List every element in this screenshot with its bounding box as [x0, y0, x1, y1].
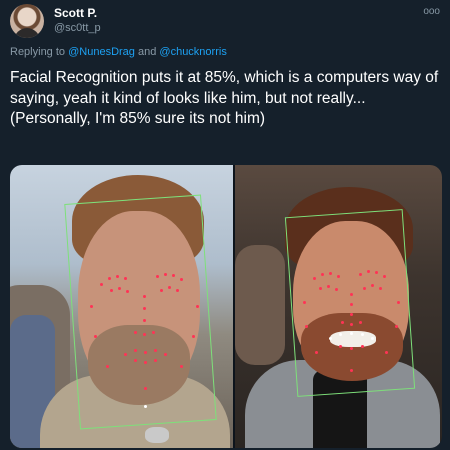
user-handle[interactable]: @sc0tt_p	[54, 22, 101, 34]
facial-landmark-point	[164, 353, 167, 356]
facial-landmark-point	[337, 275, 340, 278]
tweet-header: Scott P. @sc0tt_p ooo	[10, 4, 440, 38]
facial-landmark-point	[152, 331, 155, 334]
facial-landmark-point	[305, 325, 308, 328]
facial-landmark-point	[134, 349, 137, 352]
facial-landmark-point	[134, 359, 137, 362]
facial-landmark-point	[144, 361, 147, 364]
facial-landmark-point	[350, 303, 353, 306]
facial-landmark-point	[350, 293, 353, 296]
facial-landmark-point	[116, 275, 119, 278]
facial-landmark-point	[144, 351, 147, 354]
facial-landmark-point	[192, 335, 195, 338]
face-detection-box	[64, 194, 217, 430]
facial-landmark-point	[395, 325, 398, 328]
facial-landmark-point	[154, 349, 157, 352]
facial-landmark-point	[144, 405, 147, 408]
facial-landmark-point	[350, 313, 353, 316]
facial-landmark-point	[160, 289, 163, 292]
facial-landmark-point	[321, 273, 324, 276]
avatar[interactable]	[10, 4, 44, 38]
facial-landmark-point	[359, 321, 362, 324]
facial-landmark-point	[329, 272, 332, 275]
facial-landmark-point	[143, 307, 146, 310]
mention-link-chucknorris[interactable]: @chucknorris	[159, 46, 226, 58]
facial-landmark-point	[108, 277, 111, 280]
tweet-media[interactable]	[10, 165, 442, 448]
facial-landmark-point	[156, 275, 159, 278]
ellipsis-icon[interactable]: ooo	[423, 6, 440, 17]
facial-landmark-point	[371, 284, 374, 287]
facial-landmark-point	[361, 345, 364, 348]
facial-landmark-point	[124, 277, 127, 280]
mention-link-nunesdrag[interactable]: @NunesDrag	[68, 46, 135, 58]
facial-landmark-point	[367, 270, 370, 273]
facial-landmark-point	[329, 337, 332, 340]
facial-landmark-point	[383, 275, 386, 278]
facial-landmark-point	[143, 333, 146, 336]
facial-landmark-point	[180, 365, 183, 368]
facial-landmark-point	[126, 290, 129, 293]
facial-landmark-point	[164, 273, 167, 276]
tweet-text: Facial Recognition puts it at 85%, which…	[10, 68, 442, 130]
replying-to-label: Replying to	[10, 46, 66, 58]
facial-landmark-point	[363, 287, 366, 290]
facial-landmark-point	[341, 321, 344, 324]
facial-landmark-point	[315, 351, 318, 354]
facial-landmark-point	[350, 332, 353, 335]
facial-landmark-point	[172, 274, 175, 277]
facial-landmark-point	[375, 271, 378, 274]
facial-landmark-point	[134, 331, 137, 334]
facial-landmark-point	[180, 278, 183, 281]
facial-landmark-point	[319, 287, 322, 290]
tweet-text-line: Facial Recognition puts it at 85%, which…	[10, 69, 439, 107]
background-person	[235, 245, 285, 365]
tweet-text-line: (Personally, I'm 85% sure its not him)	[10, 110, 266, 127]
facial-landmark-point	[361, 333, 364, 336]
facial-landmark-point	[168, 286, 171, 289]
facial-landmark-point	[339, 345, 342, 348]
facial-landmark-point	[385, 351, 388, 354]
facial-landmark-point	[303, 301, 306, 304]
facial-landmark-point	[339, 333, 342, 336]
facial-landmark-point	[359, 273, 362, 276]
facial-landmark-point	[371, 337, 374, 340]
facial-landmark-point	[327, 285, 330, 288]
facial-landmark-point	[118, 287, 121, 290]
face-recognition-photo-left[interactable]	[10, 165, 233, 448]
facial-landmark-point	[100, 283, 103, 286]
facial-landmark-point	[350, 369, 353, 372]
replying-to: Replying to @NunesDrag and @chucknorris	[10, 46, 227, 58]
facial-landmark-point	[379, 287, 382, 290]
facial-landmark-point	[397, 301, 400, 304]
facial-landmark-point	[350, 323, 353, 326]
facial-landmark-point	[154, 359, 157, 362]
facial-landmark-point	[350, 347, 353, 350]
facial-landmark-point	[143, 295, 146, 298]
facial-landmark-point	[90, 305, 93, 308]
display-name[interactable]: Scott P.	[54, 6, 97, 20]
facial-landmark-point	[124, 353, 127, 356]
facial-landmark-point	[335, 288, 338, 291]
facial-landmark-point	[144, 387, 147, 390]
face-recognition-photo-right[interactable]	[235, 165, 442, 448]
facial-landmark-point	[143, 319, 146, 322]
facial-landmark-point	[94, 335, 97, 338]
facial-landmark-point	[196, 305, 199, 308]
facial-landmark-point	[313, 277, 316, 280]
facial-landmark-point	[110, 289, 113, 292]
belt-buckle	[145, 427, 169, 443]
facial-landmark-point	[176, 289, 179, 292]
facial-landmark-point	[106, 365, 109, 368]
replying-to-conjunction: and	[137, 46, 157, 58]
